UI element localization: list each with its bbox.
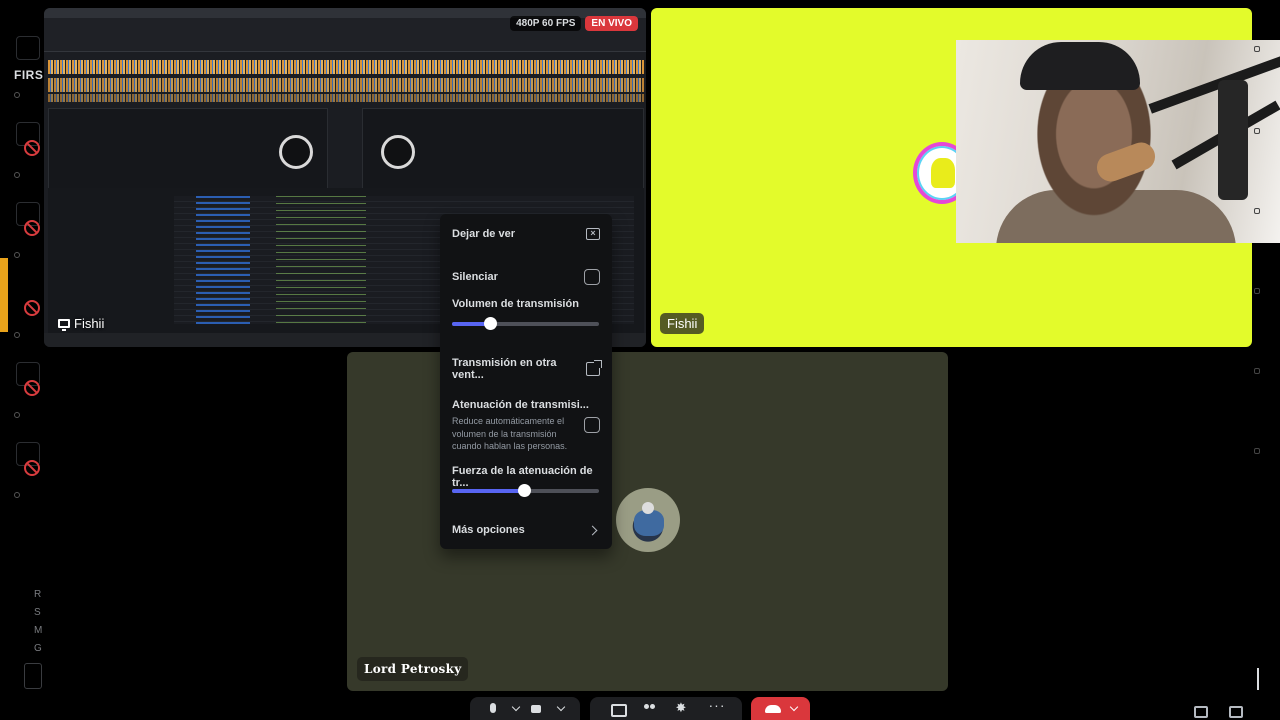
waveform [48, 94, 644, 102]
soundboard-icon[interactable] [676, 700, 690, 716]
chevron-right-icon [587, 525, 598, 535]
menu-item-label: Atenuación de transmisi... [452, 399, 589, 411]
participant-name-tag: Lord Petrosky [357, 657, 469, 681]
channel-dot [14, 412, 20, 418]
waveform [48, 60, 644, 74]
menu-popout-stream[interactable]: Transmisión en otra vent... [452, 357, 602, 381]
active-channel-indicator [0, 258, 8, 332]
strip-tick [1254, 128, 1260, 134]
avatar [616, 488, 680, 552]
stream-user-tag: Fishii [660, 313, 705, 334]
stream-context-menu: Dejar de ver × Silenciar Volumen de tran… [440, 214, 612, 549]
screen-share-icon[interactable] [610, 703, 627, 717]
slider-handle[interactable] [518, 484, 532, 497]
stream-user-name: Fishii [74, 316, 105, 331]
menu-item-label: Más opciones [452, 524, 525, 536]
blocked-icon [24, 460, 40, 476]
initial: S [34, 607, 41, 618]
attenuation-strength-slider[interactable] [452, 484, 599, 497]
menu-mute[interactable]: Silenciar [452, 269, 600, 285]
microphone-icon[interactable] [486, 702, 500, 715]
chevron-down-icon[interactable] [511, 702, 520, 711]
menu-more-options[interactable]: Más opciones [452, 524, 600, 536]
stream-user-tag: Fishii [58, 316, 104, 331]
stop-watching-icon: × [586, 228, 600, 240]
channel-dot [14, 492, 20, 498]
slider-fill [452, 489, 525, 493]
chevron-down-icon[interactable] [556, 702, 565, 711]
participant-tile[interactable]: Lord Petrosky [347, 352, 948, 691]
attenuation-checkbox[interactable] [584, 417, 600, 433]
channel-dot [14, 252, 20, 258]
user-panel-button[interactable] [24, 663, 42, 689]
menu-item-label: Dejar de ver [452, 228, 515, 240]
initial: R [34, 589, 42, 600]
menu-stop-watching[interactable]: Dejar de ver × [452, 228, 600, 240]
strip-tick [1254, 368, 1260, 374]
screen-share-icon [58, 319, 70, 331]
fullscreen-icon[interactable] [1229, 706, 1243, 718]
server-sidebar: FIRS R S M G [0, 0, 44, 720]
live-badge: EN VIVO [585, 16, 638, 31]
person-cap [1020, 42, 1140, 90]
stream-quality-badge: 480P 60 FPS [510, 16, 582, 31]
external-window-icon [586, 360, 602, 376]
strip-tick [1254, 46, 1260, 52]
blocked-icon [24, 140, 40, 156]
initial: G [34, 643, 42, 654]
camera-icon[interactable] [531, 703, 545, 715]
menu-item-label: Transmisión en otra vent... [452, 357, 557, 381]
channel-dot [14, 332, 20, 338]
stream-user-name: Fishii [667, 316, 698, 331]
initial: M [34, 625, 43, 636]
blocked-icon [24, 300, 40, 316]
phone-hangup-icon [764, 704, 781, 713]
scroll-indicator [1257, 668, 1259, 690]
waveform [48, 78, 644, 92]
strip-tick [1254, 288, 1260, 294]
jog-wheel [279, 135, 313, 169]
menu-stream-volume: Volumen de transmisión [452, 298, 600, 310]
strip-tick [1254, 208, 1260, 214]
stream-badges: 480P 60 FPS EN VIVO [510, 16, 638, 31]
member-initials: R S M G [34, 586, 42, 658]
blocked-icon [24, 220, 40, 236]
chevron-down-icon[interactable] [789, 702, 798, 711]
blocked-icon [24, 380, 40, 396]
strip-tick [1254, 448, 1260, 454]
menu-item-label: Volumen de transmisión [452, 298, 579, 310]
deck-left [48, 108, 328, 194]
activities-icon[interactable] [643, 703, 657, 715]
disconnect-button[interactable] [751, 697, 810, 720]
popout-icon[interactable] [1194, 706, 1208, 718]
mic-mount [1218, 80, 1248, 200]
audio-video-controls [470, 697, 580, 720]
mute-checkbox[interactable] [584, 269, 600, 285]
server-icon[interactable] [16, 36, 40, 60]
webcam-overlay [956, 40, 1280, 243]
menu-item-label: Silenciar [452, 271, 498, 283]
participant-name: Lord Petrosky [364, 662, 462, 676]
attenuation-description: Reduce automáticamente el volumen de la … [452, 416, 568, 451]
slider-handle[interactable] [484, 317, 498, 330]
jog-wheel [381, 135, 415, 169]
channel-dot [14, 172, 20, 178]
stream-volume-slider[interactable] [452, 317, 599, 330]
menu-attenuation[interactable]: Atenuación de transmisi... [452, 399, 600, 411]
deck-right [362, 108, 644, 194]
right-edge-strip [1252, 0, 1280, 720]
activity-controls [590, 697, 742, 720]
more-icon[interactable] [709, 697, 726, 715]
channel-dot [14, 92, 20, 98]
server-heading: FIRS [14, 68, 44, 82]
